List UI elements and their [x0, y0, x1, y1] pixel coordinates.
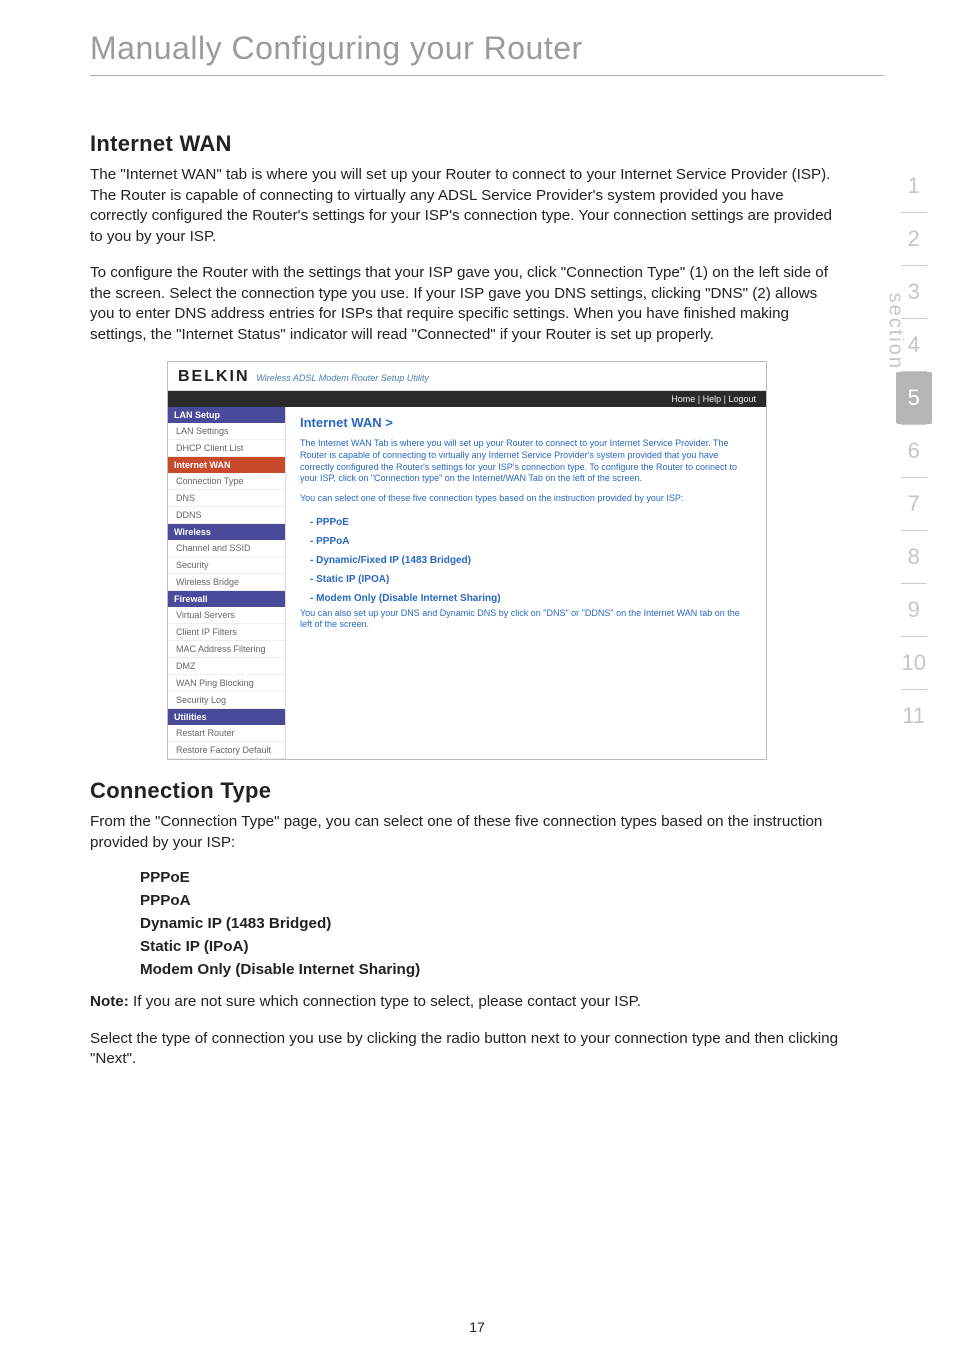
sc-sub: You can select one of these five connect… [300, 493, 752, 505]
side-num[interactable]: 7 [896, 478, 932, 530]
sc-main-heading: Internet WAN > [300, 415, 752, 430]
connection-list-item: Dynamic IP (1483 Bridged) [140, 915, 844, 932]
sc-nav-item[interactable]: DHCP Client List [168, 440, 285, 457]
page-number: 17 [0, 1319, 954, 1335]
sc-nav-cat[interactable]: LAN Setup [168, 407, 285, 423]
sc-nav-item[interactable]: Security Log [168, 692, 285, 709]
connection-type-note: Note: If you are not sure which connecti… [90, 992, 844, 1013]
sc-foot: You can also set up your DNS and Dynamic… [300, 608, 752, 631]
connection-list-item: Modem Only (Disable Internet Sharing) [140, 961, 844, 978]
connection-type-heading: Connection Type [90, 778, 844, 804]
internet-wan-para1: The "Internet WAN" tab is where you will… [90, 165, 844, 247]
sc-nav-item[interactable]: Channel and SSID [168, 540, 285, 557]
note-label: Note: [90, 993, 129, 1010]
sc-nav-item[interactable]: LAN Settings [168, 423, 285, 440]
sc-option[interactable]: - PPPoA [300, 532, 752, 551]
sc-option[interactable]: - Dynamic/Fixed IP (1483 Bridged) [300, 551, 752, 570]
sc-nav-item[interactable]: Restore Factory Default [168, 742, 285, 759]
sc-nav-cat[interactable]: Wireless [168, 524, 285, 540]
belkin-logo: BELKIN [178, 368, 250, 385]
main-content: Internet WAN The "Internet WAN" tab is w… [90, 131, 884, 1070]
sc-nav-item[interactable]: Connection Type [168, 473, 285, 490]
sc-nav-cat[interactable]: Utilities [168, 709, 285, 725]
title-divider [90, 75, 884, 76]
page-side-nav: 1234567891011 [896, 160, 932, 742]
connection-type-para1: From the "Connection Type" page, you can… [90, 812, 844, 853]
sc-nav-cat[interactable]: Internet WAN [168, 457, 285, 473]
router-ui-screenshot: BELKIN Wireless ADSL Modem Router Setup … [90, 361, 844, 760]
note-text: If you are not sure which connection typ… [129, 993, 641, 1010]
sc-nav-item[interactable]: DDNS [168, 507, 285, 524]
sc-nav-item[interactable]: DNS [168, 490, 285, 507]
connection-list-item: PPPoA [140, 892, 844, 909]
sc-option[interactable]: - Static IP (IPOA) [300, 570, 752, 589]
sc-nav-item[interactable]: Wireless Bridge [168, 574, 285, 591]
connection-type-para2: Select the type of connection you use by… [90, 1029, 844, 1070]
side-num[interactable]: 5 [896, 372, 932, 424]
sc-option[interactable]: - Modem Only (Disable Internet Sharing) [300, 589, 752, 608]
sc-nav-item[interactable]: MAC Address Filtering [168, 641, 285, 658]
connection-type-list: PPPoE PPPoA Dynamic IP (1483 Bridged) Stati… [90, 869, 844, 978]
internet-wan-para2: To configure the Router with the setting… [90, 263, 844, 345]
sc-nav-item[interactable]: Client IP Filters [168, 624, 285, 641]
side-num[interactable]: 1 [896, 160, 932, 212]
belkin-sub: Wireless ADSL Modem Router Setup Utility [256, 373, 428, 383]
side-num[interactable]: 2 [896, 213, 932, 265]
sc-nav-item[interactable]: DMZ [168, 658, 285, 675]
side-num[interactable]: 11 [896, 690, 932, 742]
side-num[interactable]: 6 [896, 425, 932, 477]
section-label: section [883, 293, 906, 370]
sc-nav-item[interactable]: Virtual Servers [168, 607, 285, 624]
sc-intro: The Internet WAN Tab is where you will s… [300, 438, 752, 485]
side-num[interactable]: 10 [896, 637, 932, 689]
page-title: Manually Configuring your Router [90, 30, 884, 67]
sc-nav-cat[interactable]: Firewall [168, 591, 285, 607]
internet-wan-heading: Internet WAN [90, 131, 844, 157]
side-num[interactable]: 8 [896, 531, 932, 583]
sc-nav-item[interactable]: WAN Ping Blocking [168, 675, 285, 692]
side-num[interactable]: 9 [896, 584, 932, 636]
sc-nav-item[interactable]: Restart Router [168, 725, 285, 742]
sc-option[interactable]: - PPPoE [300, 513, 752, 532]
sc-nav-item[interactable]: Security [168, 557, 285, 574]
connection-list-item: PPPoE [140, 869, 844, 886]
side-nav: LAN SetupLAN SettingsDHCP Client ListInt… [168, 407, 286, 759]
connection-list-item: Static IP (IPoA) [140, 938, 844, 955]
topbar-links[interactable]: Home | Help | Logout [168, 391, 766, 407]
